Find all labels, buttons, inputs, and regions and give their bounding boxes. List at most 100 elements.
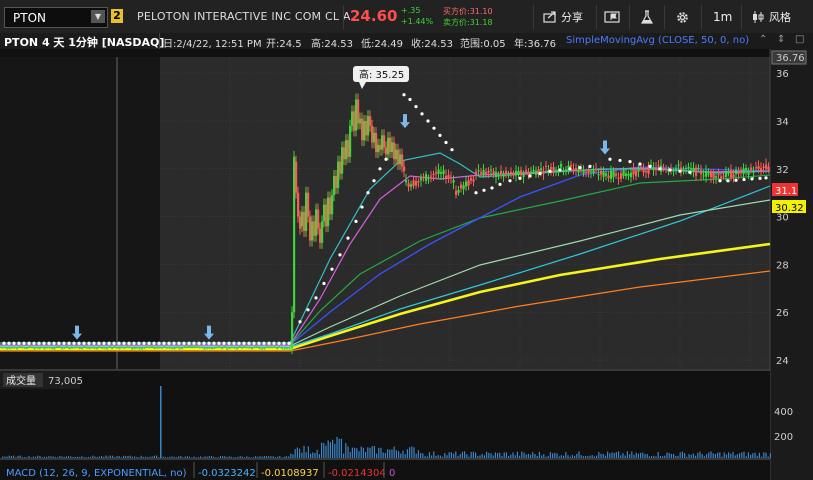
candle-body [36, 347, 39, 349]
volume-bar [149, 456, 151, 458]
sar-dot [384, 157, 388, 161]
info-range: 范围:0.05 [460, 39, 506, 50]
candle-body [562, 170, 565, 172]
svg-text:31.1: 31.1 [775, 186, 797, 197]
share-button[interactable]: 分享 [543, 7, 583, 27]
candle-body [555, 169, 558, 172]
volume-bar [334, 443, 336, 458]
candle-body [685, 168, 688, 170]
volume-bar [123, 455, 125, 458]
volume-bar [565, 452, 567, 458]
candle-body [313, 221, 316, 236]
flask-button[interactable] [640, 7, 654, 27]
sar-dot [32, 341, 36, 345]
divider [533, 5, 534, 29]
candle-body [343, 147, 346, 160]
candle-body [622, 170, 625, 176]
volume-bar [686, 456, 688, 458]
sar-dot [678, 169, 682, 173]
volume-bar [2, 456, 4, 458]
candle-body [81, 348, 84, 350]
volume-bar [752, 453, 754, 458]
sar-dot [72, 341, 76, 345]
candle-body [315, 209, 318, 236]
chart-title[interactable]: PTON 4 天 1分钟 [NASDAQ] [4, 34, 164, 50]
style-button[interactable]: 风格 [751, 7, 791, 27]
volume-bar [162, 456, 164, 458]
sar-dot [718, 179, 722, 183]
volume-bar [24, 457, 26, 458]
candle-body [211, 348, 214, 350]
price-tag-yellow: 30.32 [772, 200, 806, 214]
sar-dot [648, 164, 652, 169]
volume-bar [545, 456, 547, 458]
candle-body [707, 173, 710, 175]
sar-dot [47, 341, 51, 345]
price-chart[interactable]: 高: 35.25 36 34 32 30 28 26 24 36.76 31.1 30.32… [0, 49, 813, 480]
volume-bar [470, 451, 472, 458]
candle-body [108, 346, 111, 348]
volume-bar [180, 456, 182, 458]
sar-dot [764, 176, 768, 180]
ask-price: 卖方价:31.18 [443, 18, 493, 27]
collapse-icon[interactable]: ⌃ [759, 34, 767, 45]
volume-bar [459, 454, 461, 458]
volume-bar [609, 453, 611, 458]
volume-bar [754, 452, 756, 458]
volume-bar [549, 452, 551, 458]
candle-body [253, 346, 256, 348]
close-icon[interactable]: □ [795, 34, 804, 45]
volume-bar [382, 452, 384, 458]
candle-body [288, 348, 291, 350]
macd-label[interactable]: MACD (12, 26, 9, EXPONENTIAL, no) [6, 468, 187, 479]
volume-bar [294, 449, 296, 458]
volume-bar [655, 456, 657, 458]
volume-bar [472, 451, 474, 458]
sar-dot [212, 341, 216, 345]
volume-bar [563, 455, 565, 458]
studies-button[interactable] [604, 7, 620, 27]
volume-bar [666, 452, 668, 458]
volume-bar [442, 456, 444, 458]
volume-bar [402, 450, 404, 458]
candle-body [18, 346, 21, 348]
volume-bar [620, 455, 622, 458]
candle-body [600, 170, 603, 175]
interval-button[interactable]: 1m [713, 7, 732, 27]
volume-bar [455, 451, 457, 458]
share-label: 分享 [561, 11, 583, 24]
volume-bar [413, 447, 415, 458]
link-group-badge[interactable]: 2 [111, 9, 123, 23]
candle-body [522, 174, 525, 178]
candle-body [213, 347, 216, 349]
candle-body [33, 348, 36, 350]
volume-bar [193, 456, 195, 458]
volume-bar [393, 446, 395, 458]
volume-bar-spike [160, 386, 162, 458]
symbol-input[interactable]: PTON ▼ [4, 7, 108, 28]
candle-body [727, 171, 730, 174]
candle-body [545, 165, 548, 167]
volume-bar [151, 456, 153, 458]
candle-body [291, 312, 294, 349]
volume-bar [283, 456, 285, 458]
volume-bar [8, 455, 10, 458]
sar-dot [548, 169, 552, 173]
candle-body [276, 347, 279, 349]
volume-bar [646, 453, 648, 458]
candle-body [592, 170, 595, 174]
candle-body [46, 347, 49, 349]
candle-body [301, 211, 304, 227]
candle-body [393, 142, 396, 160]
sar-dot [202, 341, 206, 345]
fit-icon[interactable]: ⇕ [777, 34, 785, 45]
candle-body [161, 347, 164, 349]
sar-dot [82, 341, 86, 345]
volume-bar [65, 456, 67, 458]
settings-button[interactable] [675, 7, 690, 27]
sar-dot [57, 341, 61, 345]
candle-body [437, 169, 440, 174]
volume-bar [461, 451, 463, 458]
sma-study-label[interactable]: SimpleMovingAvg (CLOSE, 50, 0, no) [566, 35, 749, 46]
chevron-down-icon[interactable]: ▼ [91, 10, 105, 23]
